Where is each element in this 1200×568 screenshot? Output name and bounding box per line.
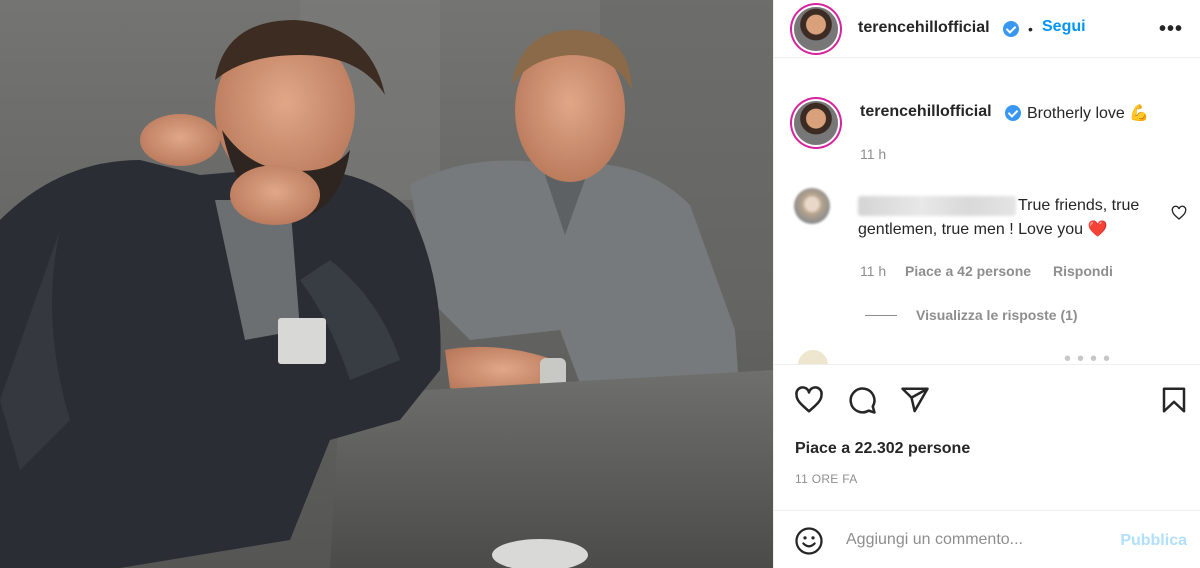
commenter-avatar-icon[interactable] <box>794 188 830 224</box>
bookmark-icon[interactable] <box>1159 385 1189 415</box>
follow-button[interactable]: Segui <box>1042 18 1086 36</box>
post-likes-count[interactable]: Piace a 22.302 persone <box>795 440 970 458</box>
post-image <box>0 0 773 568</box>
comment-heart-icon[interactable] <box>1171 205 1187 221</box>
next-comment-avatar-icon[interactable] <box>798 350 828 364</box>
comment-icon[interactable] <box>847 385 877 415</box>
caption-text: Brotherly love 💪 <box>1027 105 1150 122</box>
instagram-post-view: terencehillofficial • Segui ••• terenceh… <box>0 0 1200 568</box>
caption-time[interactable]: 11 h <box>860 146 886 162</box>
share-icon[interactable] <box>900 385 930 415</box>
post-header: terencehillofficial • Segui ••• <box>774 0 1200 58</box>
comments-section[interactable]: terencehillofficial Brotherly love 💪 11 … <box>774 58 1200 364</box>
emoji-icon[interactable] <box>794 526 824 556</box>
add-comment-bar: Pubblica <box>774 510 1200 568</box>
caption-username[interactable]: terencehillofficial <box>860 103 992 121</box>
post-actions: Piace a 22.302 persone 11 ORE FA <box>774 364 1200 504</box>
comment-likes[interactable]: Piace a 42 persone <box>905 263 1031 279</box>
header-username[interactable]: terencehillofficial <box>858 19 990 37</box>
more-options-button[interactable]: ••• <box>1159 18 1183 41</box>
verified-badge-icon <box>1003 21 1019 37</box>
comment-text: True friends, true gentlemen, true men !… <box>858 197 1140 238</box>
verified-badge-icon <box>1005 105 1021 121</box>
replies-divider <box>865 315 897 316</box>
post-photo[interactable] <box>0 0 773 568</box>
view-replies-button[interactable]: Visualizza le risposte (1) <box>916 307 1078 323</box>
post-side-panel: terencehillofficial • Segui ••• terenceh… <box>773 0 1200 568</box>
post-time-ago[interactable]: 11 ORE FA <box>795 472 858 486</box>
header-separator: • <box>1028 21 1033 37</box>
reply-button[interactable]: Rispondi <box>1053 263 1113 279</box>
publish-button[interactable]: Pubblica <box>1120 532 1187 550</box>
heart-icon[interactable] <box>794 385 824 415</box>
comment-input[interactable] <box>846 525 1116 555</box>
profile-avatar-icon[interactable] <box>794 7 838 51</box>
comment-time[interactable]: 11 h <box>860 263 886 279</box>
caption-avatar-icon[interactable] <box>794 101 838 145</box>
loading-dots-icon: •••• <box>1064 348 1117 364</box>
